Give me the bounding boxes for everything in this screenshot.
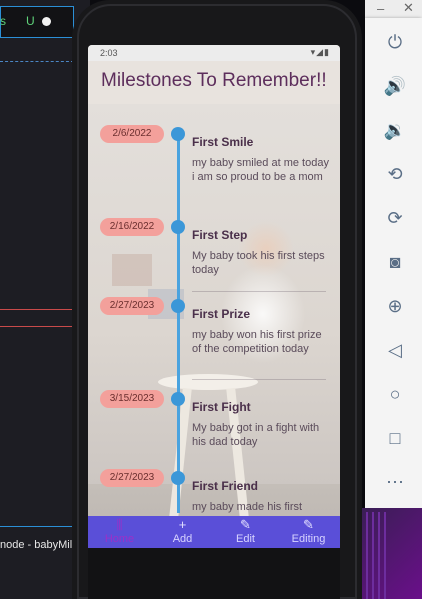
close-button[interactable]: ✕ [403,0,414,16]
timeline-dot-icon [171,127,185,141]
timeline-line [177,133,180,513]
milestone-title: First Prize [192,307,251,321]
editor-highlight-line [0,326,74,327]
milestone-title: First Step [192,228,248,242]
phone-screen: 2:03 ▾◢▮ Milestones To Remember!! 2/6/20… [88,45,340,548]
milestone-divider [192,291,326,292]
nav-home-label: Home [104,533,135,545]
milestone-description: my baby made his first [192,501,303,513]
nav-edit[interactable]: ✎ Edit [214,516,277,548]
home-icon: ⫼ [116,517,123,532]
power-icon[interactable]: ⏻ [383,30,407,54]
terminal-divider [0,526,74,527]
editing-icon: ✎ [303,517,314,532]
phone-chin [88,548,340,599]
milestone-description: my baby smiled at me today i am so proud… [192,157,329,183]
milestone-title: First Fight [192,400,251,414]
milestone-description: My baby got in a fight with his dad toda… [192,422,320,448]
more-icon[interactable]: ⋯ [383,470,407,494]
wallpaper-stripes [366,512,390,599]
rotate-left-icon[interactable]: ⟲ [383,162,407,186]
milestone-date: 3/15/2023 [100,390,164,408]
editor-tab-label-u[interactable]: U [26,14,35,28]
volume-down-icon[interactable]: 🔉 [383,118,407,142]
stool [158,374,258,390]
milestone-date: 2/27/2023 [100,469,164,487]
android-status-bar: 2:03 ▾◢▮ [88,45,340,61]
wall-drawing [112,254,152,286]
status-icons: ▾◢▮ [310,47,330,57]
home-circle-icon[interactable]: ○ [383,382,407,406]
milestone-date: 2/16/2022 [100,218,164,236]
camera-icon[interactable]: ◙ [383,250,407,274]
rotate-right-icon[interactable]: ⟳ [383,206,407,230]
timeline-dot-icon [171,299,185,313]
timeline-dot-icon [171,471,185,485]
minimize-button[interactable]: – [377,1,384,16]
app-header: Milestones To Remember!! [88,61,340,104]
zoom-icon[interactable]: ⊕ [383,294,407,318]
edit-icon: ✎ [240,517,251,532]
nav-add-label: Add [172,533,193,545]
nav-home[interactable]: ⫼ Home [88,516,151,548]
emulator-controls-panel: ⏻ 🔊 🔉 ⟲ ⟳ ◙ ⊕ ◁ ○ □ ⋯ [365,18,422,508]
editor-highlight-line [0,309,74,310]
milestone-description: My baby took his first steps today [192,250,325,276]
milestone-divider [192,379,326,380]
page-title: Milestones To Remember!! [101,70,327,91]
milestone-date: 2/27/2023 [100,297,164,315]
editor-divider [0,61,74,62]
back-icon[interactable]: ◁ [383,338,407,362]
volume-up-icon[interactable]: 🔊 [383,74,407,98]
editor-tab-label-s[interactable]: s [0,14,6,28]
emulator-title-bar: – ✕ [365,0,422,18]
unsaved-dot-icon [42,17,51,26]
editor-tab-bar[interactable] [0,6,74,38]
add-icon: + [178,517,187,532]
overview-icon[interactable]: □ [383,426,407,450]
terminal-status-text: node - babyMil [0,539,73,551]
bottom-navigation: ⫼ Home + Add ✎ Edit ✎ Editing [88,516,340,548]
nav-edit-label: Edit [236,533,255,545]
nav-add[interactable]: + Add [151,516,214,548]
status-time: 2:03 [100,48,118,58]
milestone-title: First Smile [192,135,254,149]
timeline-dot-icon [171,392,185,406]
milestone-title: First Friend [192,479,259,493]
timeline-dot-icon [171,220,185,234]
milestone-date: 2/6/2022 [100,125,164,143]
nav-editing[interactable]: ✎ Editing [277,516,340,548]
nav-editing-label: Editing [291,533,326,545]
milestone-description: my baby won his first prize of the compe… [192,329,322,355]
